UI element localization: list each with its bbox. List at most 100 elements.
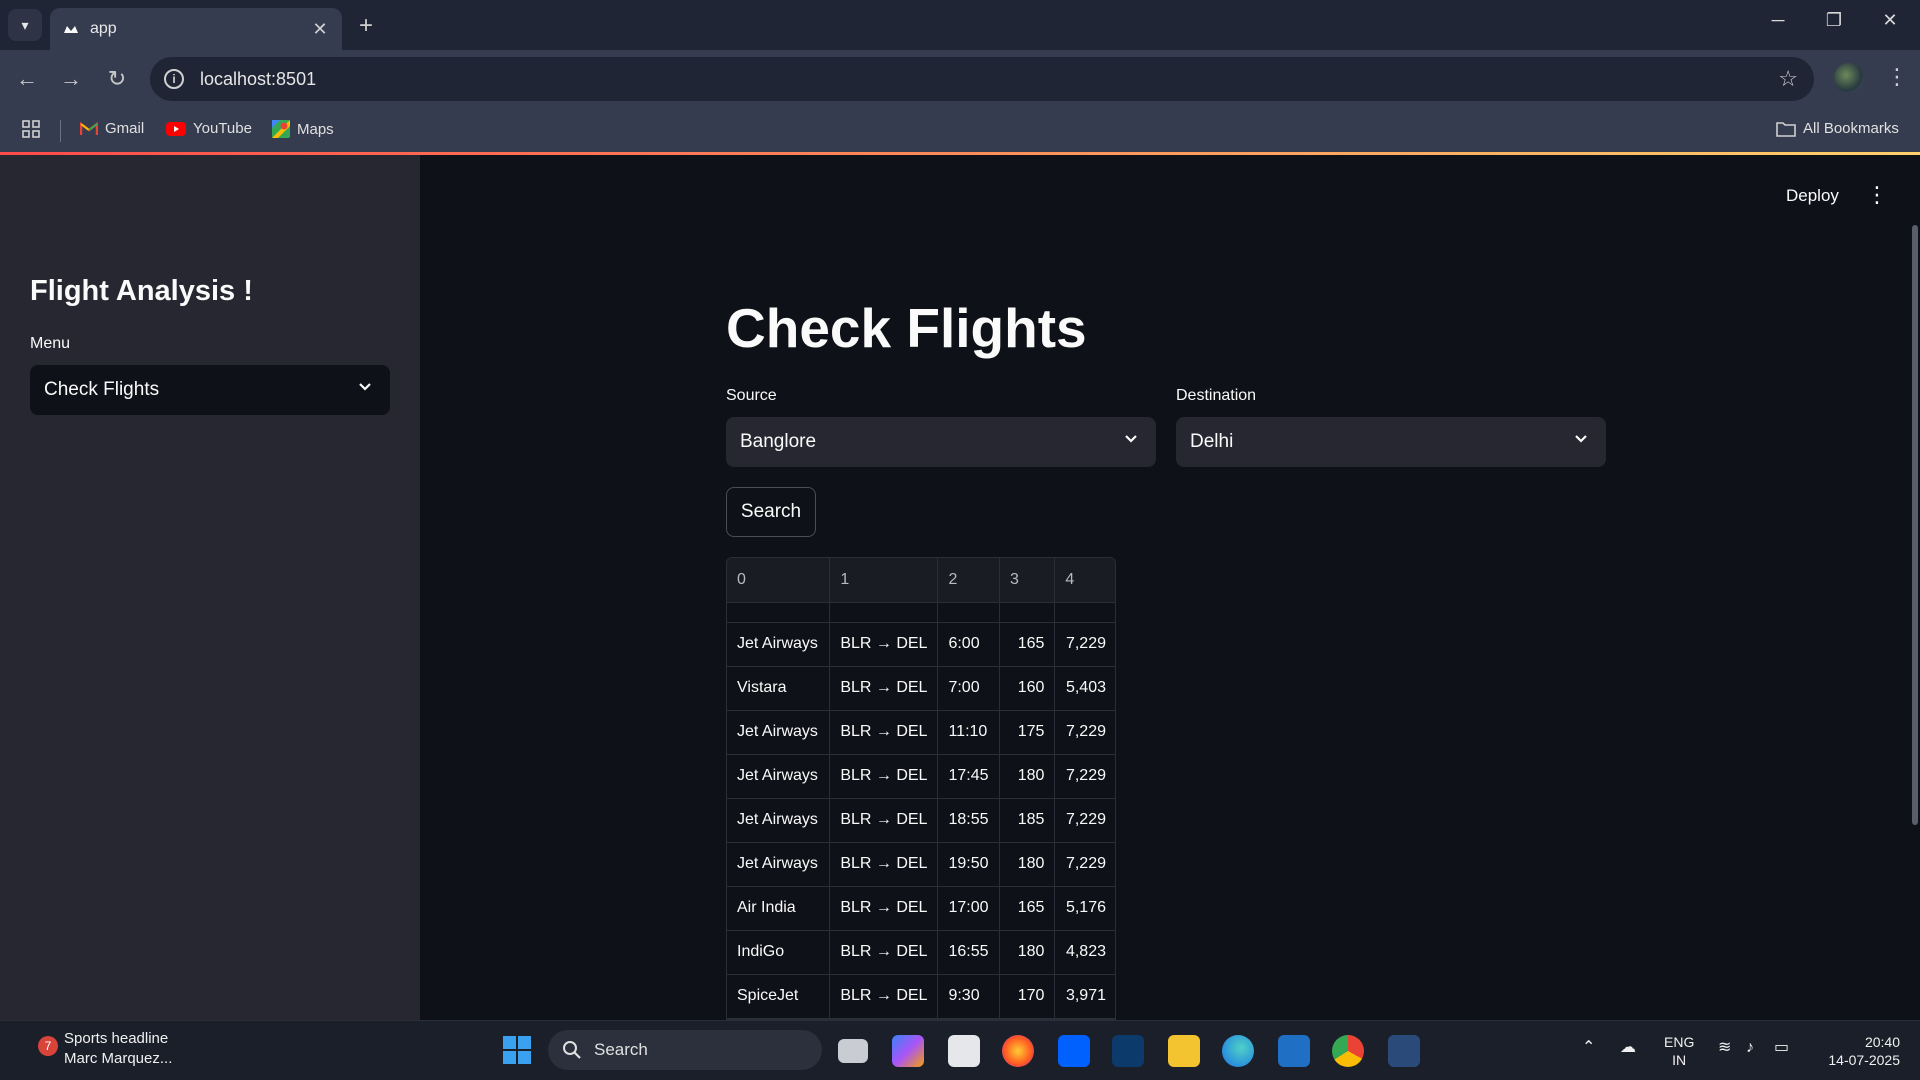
dropbox-icon[interactable] (1058, 1035, 1090, 1067)
cell-price: 7,229 (1054, 842, 1115, 887)
cell-duration: 185 (999, 798, 1056, 843)
news-badge: 7 (38, 1036, 58, 1056)
cell-route: BLR → DEL (829, 710, 939, 755)
language-line1: ENG (1664, 1034, 1695, 1050)
forward-icon[interactable]: → (56, 64, 86, 94)
reload-icon[interactable]: ↻ (102, 64, 132, 94)
source-select[interactable]: Banglore (726, 417, 1156, 467)
wifi-icon[interactable]: ≋ (1718, 1039, 1731, 1057)
taskbar-search[interactable]: Search (548, 1030, 822, 1070)
language-indicator[interactable]: ENG IN (1664, 1033, 1694, 1069)
table-row[interactable]: SpiceJet BLR → DEL 9:30 170 3,971 (727, 974, 1115, 1019)
gmail-icon (80, 121, 98, 135)
table-row[interactable]: Jet Airways BLR → DEL 11:10 175 7,229 (727, 710, 1115, 755)
file-explorer-icon[interactable] (1168, 1035, 1200, 1067)
browser-tab-strip: ▾ app ✕ + ─ ❐ ✕ (0, 0, 1920, 50)
volume-icon[interactable]: ♪ (1746, 1039, 1754, 1057)
terminal-app-icon[interactable] (1388, 1035, 1420, 1067)
scrollbar[interactable] (1912, 225, 1918, 825)
firefox-icon[interactable] (1002, 1035, 1034, 1067)
tab-search-button[interactable]: ▾ (8, 9, 42, 41)
table-row[interactable]: Jet Airways BLR → DEL 6:00 165 7,229 (727, 622, 1115, 667)
chevron-down-icon (1124, 431, 1138, 449)
bookmark-label: Gmail (105, 120, 145, 137)
onedrive-icon[interactable]: ☁ (1620, 1039, 1636, 1057)
cell-airline: Jet Airways (727, 754, 831, 799)
destination-select-value: Delhi (1190, 431, 1234, 452)
defender-icon[interactable] (1112, 1035, 1144, 1067)
address-bar[interactable]: i localhost:8501 ☆ (150, 57, 1814, 101)
battery-icon[interactable]: ▭ (1774, 1039, 1789, 1057)
cell-time: 7:00 (937, 666, 1000, 711)
close-window-icon[interactable]: ✕ (1870, 10, 1910, 31)
all-bookmarks-button[interactable]: All Bookmarks (1776, 120, 1899, 137)
minimize-icon[interactable]: ─ (1758, 10, 1798, 31)
browser-menu-icon[interactable]: ⋮ (1886, 62, 1908, 92)
bookmark-gmail[interactable]: Gmail (80, 120, 144, 137)
vscode-icon[interactable] (1278, 1035, 1310, 1067)
bookmark-maps[interactable]: Maps (272, 120, 334, 138)
profile-avatar[interactable] (1834, 63, 1864, 93)
cell-duration: 160 (999, 666, 1056, 711)
cell-airline: Vistara (727, 666, 831, 711)
browser-toolbar: ← → ↻ i localhost:8501 ☆ ⋮ (0, 50, 1920, 108)
task-view-icon[interactable] (838, 1039, 868, 1063)
source-label: Source (726, 387, 777, 404)
table-row[interactable]: Jet Airways BLR → DEL 19:50 180 7,229 (727, 842, 1115, 887)
cell-airline: Air India (727, 886, 831, 931)
bookmarks-separator (60, 120, 61, 142)
cell-airline: Jet Airways (727, 622, 831, 667)
table-row[interactable]: Vistara BLR → DEL 7:00 160 5,403 (727, 666, 1115, 711)
new-tab-button[interactable]: + (354, 12, 378, 40)
column-header[interactable]: 2 (937, 558, 1000, 603)
site-info-icon[interactable]: i (164, 69, 184, 89)
cell-duration: 175 (999, 710, 1056, 755)
column-header[interactable]: 4 (1054, 558, 1115, 603)
cell-price: 7,229 (1054, 710, 1115, 755)
bookmark-label: YouTube (193, 120, 252, 137)
restore-icon[interactable]: ❐ (1814, 10, 1854, 31)
table-row[interactable]: IndiGo BLR → DEL 16:55 180 4,823 (727, 930, 1115, 975)
copilot-icon[interactable] (892, 1035, 924, 1067)
clock-date: 14-07-2025 (1828, 1052, 1900, 1068)
bookmarks-bar: Gmail YouTube Maps All Bookmarks (0, 108, 1920, 152)
column-header[interactable]: 0 (727, 558, 831, 603)
cell-price: 7,229 (1054, 622, 1115, 667)
show-hidden-icons[interactable]: ⌃ (1582, 1039, 1595, 1057)
cell-time: 16:55 (937, 930, 1000, 975)
bookmark-star-icon[interactable]: ☆ (1778, 66, 1798, 92)
language-line2: IN (1672, 1052, 1687, 1068)
destination-select[interactable]: Delhi (1176, 417, 1606, 467)
url-text: localhost:8501 (200, 68, 317, 89)
apps-grid-icon[interactable] (22, 120, 40, 138)
column-header[interactable]: 3 (999, 558, 1056, 603)
table-row[interactable]: Air India BLR → DEL 17:00 165 5,176 (727, 886, 1115, 931)
chrome-icon[interactable] (1332, 1035, 1364, 1067)
back-icon[interactable]: ← (12, 64, 42, 94)
close-tab-icon[interactable]: ✕ (310, 19, 330, 40)
news-widget[interactable]: 7 Sports headline Marc Marquez... (36, 1029, 172, 1069)
clock[interactable]: 20:40 14-07-2025 (1816, 1033, 1900, 1069)
flights-table[interactable]: 0 1 2 3 4 Jet Airways BLR → DEL 6:00 165 7,2… (726, 557, 1116, 1020)
cell-time: 9:30 (937, 974, 1000, 1019)
taskbar-search-label: Search (594, 1040, 648, 1059)
youtube-icon (166, 121, 186, 136)
menu-label: Menu (30, 335, 71, 352)
cell-airline: Jet Airways (727, 842, 831, 887)
table-row[interactable]: Jet Airways BLR → DEL 17:45 180 7,229 (727, 754, 1115, 799)
menu-select[interactable]: Check Flights (30, 365, 390, 415)
cell-airline: Jet Airways (727, 710, 831, 755)
search-button[interactable]: Search (726, 487, 816, 537)
table-row[interactable]: Jet Airways BLR → DEL 18:55 185 7,229 (727, 798, 1115, 843)
windows-start-icon[interactable] (502, 1035, 534, 1067)
browser-tab[interactable]: app ✕ (50, 8, 342, 50)
main-menu-icon[interactable]: ⋮ (1866, 182, 1888, 208)
bookmark-youtube[interactable]: YouTube (166, 120, 252, 137)
edge-icon[interactable] (1222, 1035, 1254, 1067)
column-header[interactable]: 1 (829, 558, 939, 603)
cell-duration: 170 (999, 974, 1056, 1019)
deploy-button[interactable]: Deploy (1786, 186, 1839, 206)
cell-duration: 180 (999, 842, 1056, 887)
cell-price: 3,971 (1054, 974, 1115, 1019)
store-icon[interactable] (948, 1035, 980, 1067)
